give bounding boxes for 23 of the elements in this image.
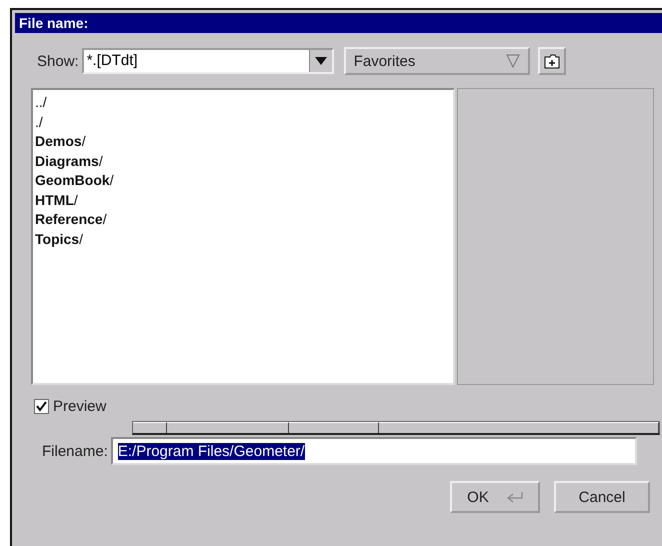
file-item[interactable]: HTML/ (35, 190, 451, 210)
filter-dropdown[interactable]: *.[DTdt] (82, 48, 334, 74)
return-key-icon (504, 491, 523, 503)
filename-label: Filename: (42, 442, 108, 460)
file-item[interactable]: GeomBook/ (35, 171, 451, 190)
dialog-title: File name: (15, 13, 662, 33)
file-item[interactable]: Reference/ (35, 210, 451, 230)
file-item[interactable]: ../ (35, 93, 451, 112)
folder-plus-icon (544, 54, 560, 68)
file-item[interactable]: Topics/ (35, 230, 451, 249)
file-item[interactable]: Demos/ (35, 132, 451, 152)
preview-checkbox[interactable] (34, 399, 49, 414)
favorites-dropdown[interactable]: Favorites (344, 47, 530, 75)
preview-label: Preview (53, 398, 106, 415)
filename-field[interactable]: E:/Program Files/Geometer/ (110, 437, 637, 465)
dropdown-arrow-icon (314, 57, 327, 65)
new-folder-button[interactable] (538, 47, 566, 75)
ok-button[interactable]: OK (450, 481, 540, 513)
show-label: Show: (37, 52, 79, 70)
cancel-button[interactable]: Cancel (554, 481, 650, 513)
file-item[interactable]: Diagrams/ (35, 152, 451, 171)
triangle-icon (506, 54, 520, 68)
file-item[interactable]: ./ (35, 112, 451, 132)
